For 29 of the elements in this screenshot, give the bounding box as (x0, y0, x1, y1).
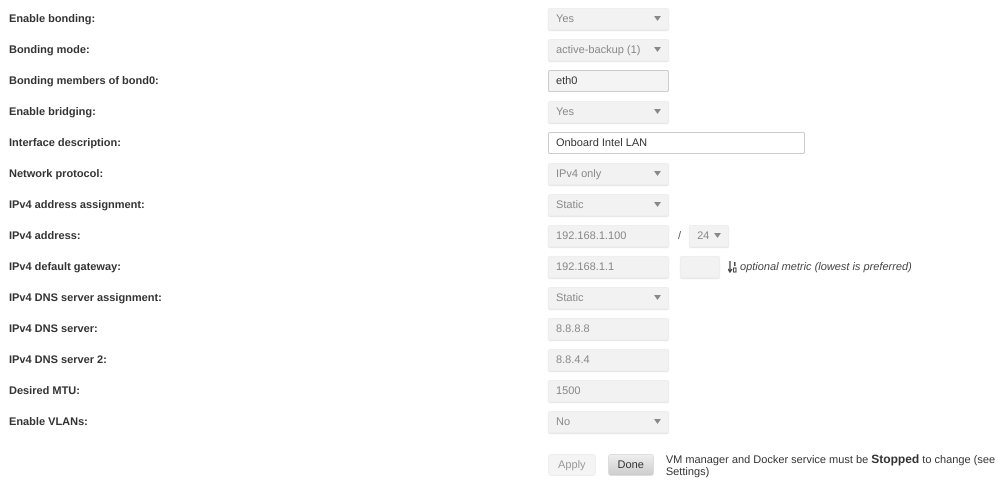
field-label: Enable VLANs: (8, 416, 89, 428)
action-button[interactable]: Done (608, 454, 654, 476)
field-label: Desired MTU: (8, 384, 81, 396)
caret-icon (654, 202, 661, 207)
field-label: Bonding members of bond0: (8, 74, 160, 86)
separator: / (678, 230, 682, 242)
sort-icon (728, 260, 737, 272)
caret-icon (654, 16, 661, 21)
caret-icon (654, 419, 661, 424)
caret-icon (654, 47, 661, 52)
field-label: IPv4 DNS server 2: (8, 354, 108, 366)
status-note: VM manager and Docker service must be Stopped to change (see Settings) (666, 452, 996, 478)
field-label: IPv4 address: (8, 230, 82, 242)
field-label: Interface description: (8, 136, 122, 148)
field-label: IPv4 default gateway: (8, 260, 122, 272)
caret-icon (654, 109, 661, 114)
field-label: IPv4 address assignment: (8, 198, 146, 210)
metric-hint: optional metric (lowest is preferred) (740, 260, 912, 272)
caret-icon (714, 233, 722, 238)
text-field[interactable]: Onboard Intel LAN (548, 132, 805, 154)
caret-icon (654, 171, 661, 176)
text-field[interactable]: eth0 (548, 70, 669, 92)
field-label: Enable bridging: (8, 106, 97, 118)
field-label: Bonding mode: (8, 44, 91, 56)
field-label: Network protocol: (8, 168, 104, 180)
field-label: IPv4 DNS server: (8, 322, 99, 334)
caret-icon (654, 295, 661, 300)
field-label: IPv4 DNS server assignment: (8, 292, 163, 304)
field-label: Enable bonding: (8, 12, 96, 24)
